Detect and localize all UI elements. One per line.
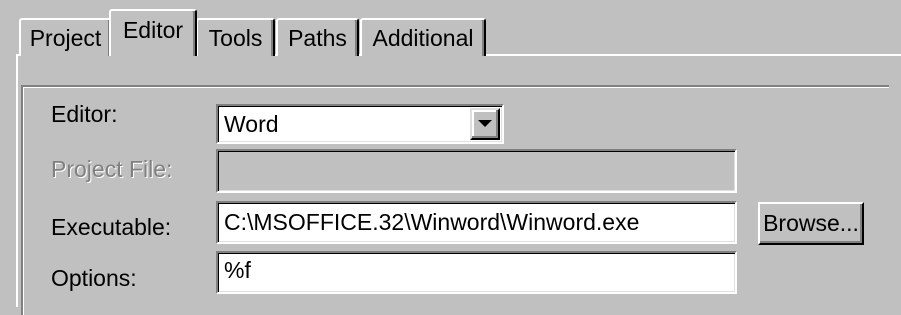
tab-paths-label: Paths bbox=[288, 24, 347, 51]
tab-additional-label: Additional bbox=[372, 24, 474, 51]
executable-field[interactable]: C:\MSOFFICE.32\Winword\Winword.exe bbox=[216, 201, 737, 244]
project-file-label: Project File: bbox=[51, 156, 173, 182]
chevron-down-icon bbox=[478, 120, 492, 127]
tab-editor-label: Editor bbox=[122, 17, 184, 43]
options-label: Options: bbox=[51, 265, 137, 291]
tab-tools[interactable]: Tools bbox=[196, 18, 275, 56]
tab-project[interactable]: Project bbox=[19, 18, 112, 56]
editor-label: Editor: bbox=[51, 101, 118, 127]
options-value: %f bbox=[224, 257, 251, 283]
editor-dropdown-button[interactable] bbox=[470, 108, 500, 140]
options-field[interactable]: %f bbox=[216, 251, 737, 294]
tab-additional[interactable]: Additional bbox=[360, 18, 486, 56]
tab-paths[interactable]: Paths bbox=[276, 18, 359, 56]
tab-project-label: Project bbox=[29, 24, 102, 51]
executable-value: C:\MSOFFICE.32\Winword\Winword.exe bbox=[224, 209, 640, 235]
browse-button[interactable]: Browse... bbox=[758, 202, 864, 245]
tab-tools-label: Tools bbox=[208, 24, 263, 51]
executable-label: Executable: bbox=[51, 214, 172, 240]
browse-button-label: Browse... bbox=[763, 210, 859, 236]
tab-editor[interactable]: Editor bbox=[109, 9, 197, 62]
editor-dropdown-value: Word bbox=[224, 110, 279, 137]
project-file-field bbox=[216, 149, 737, 193]
editor-dropdown[interactable]: Word bbox=[216, 104, 504, 144]
